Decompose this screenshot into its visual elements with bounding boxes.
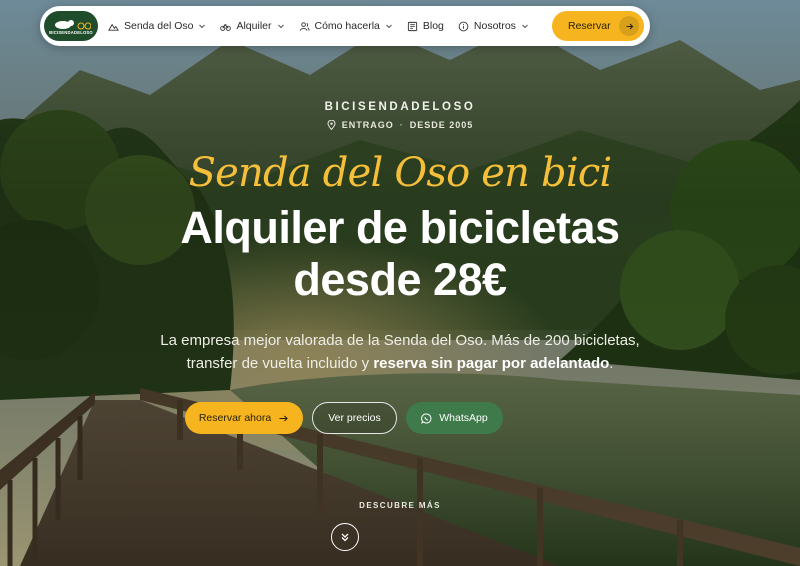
descubre-mas-label: DESCUBRE MÁS xyxy=(359,501,441,510)
whatsapp-label: WhatsApp xyxy=(439,412,488,424)
reservar-ahora-button[interactable]: Reservar ahora xyxy=(185,402,303,434)
nav-item-label: Alquiler xyxy=(236,20,272,32)
newspaper-icon xyxy=(407,21,417,31)
logo-bear-icon xyxy=(55,19,91,29)
nav-item-label: Senda del Oso xyxy=(124,20,194,32)
whatsapp-button[interactable]: WhatsApp xyxy=(406,402,503,434)
hero-meta: ENTRAGO · DESDE 2005 xyxy=(0,120,800,130)
nav-item-como-hacerla[interactable]: Cómo hacerla xyxy=(299,20,393,32)
reservar-button[interactable]: Reservar xyxy=(552,11,644,41)
main-navbar: BICISENDADELOSO Senda del Oso Alquiler C… xyxy=(40,6,650,46)
chevron-down-icon xyxy=(199,24,206,29)
logo-text: BICISENDADELOSO xyxy=(49,29,93,35)
ver-precios-button[interactable]: Ver precios xyxy=(312,402,397,434)
arrow-right-icon xyxy=(279,415,288,421)
ver-precios-label: Ver precios xyxy=(328,412,381,424)
info-icon xyxy=(458,21,469,31)
location-pin-icon xyxy=(327,120,336,130)
chevron-down-icon xyxy=(386,24,392,29)
nav-item-label: Blog xyxy=(422,20,444,32)
reservar-button-label: Reservar xyxy=(568,20,611,32)
headline-line-2: desde 28€ xyxy=(293,254,507,305)
hero-script-title: Senda del Oso en bici xyxy=(188,150,613,196)
nav-item-senda-del-oso[interactable]: Senda del Oso xyxy=(108,20,206,32)
whatsapp-icon xyxy=(421,413,432,424)
nav-item-label: Cómo hacerla xyxy=(314,20,380,32)
hero-description: La empresa mejor valorada de la Senda de… xyxy=(0,329,800,375)
desc-part-1: La empresa mejor valorada de la Senda de… xyxy=(160,332,640,349)
desc-end: . xyxy=(609,355,614,372)
chevron-down-icon xyxy=(522,24,528,29)
nav-item-blog[interactable]: Blog xyxy=(407,20,444,32)
site-logo[interactable]: BICISENDADELOSO xyxy=(44,11,98,41)
scroll-down-button[interactable] xyxy=(331,523,359,551)
users-icon xyxy=(299,21,310,31)
hero-since: DESDE 2005 xyxy=(409,120,474,130)
nav-item-label: Nosotros xyxy=(473,20,516,32)
mountain-icon xyxy=(108,23,119,31)
headline-line-1: Alquiler de bicicletas xyxy=(180,202,620,253)
double-chevron-down-icon xyxy=(341,533,349,542)
separator-dot: · xyxy=(399,120,404,130)
hero-location: ENTRAGO xyxy=(341,120,394,130)
nav-item-nosotros[interactable]: Nosotros xyxy=(458,20,529,32)
chevron-down-icon xyxy=(277,24,284,29)
reservar-ahora-label: Reservar ahora xyxy=(198,412,272,424)
desc-bold: reserva sin pagar por adelantado xyxy=(373,355,610,372)
arrow-right-icon xyxy=(619,16,639,36)
hero-headline: Alquiler de bicicletas desde 28€ xyxy=(0,202,800,306)
bike-icon xyxy=(220,23,232,31)
nav-item-alquiler[interactable]: Alquiler xyxy=(220,20,284,32)
desc-part-2: transfer de vuelta incluido y xyxy=(186,355,370,372)
hero-brand: BICISENDADELOSO xyxy=(324,101,476,113)
